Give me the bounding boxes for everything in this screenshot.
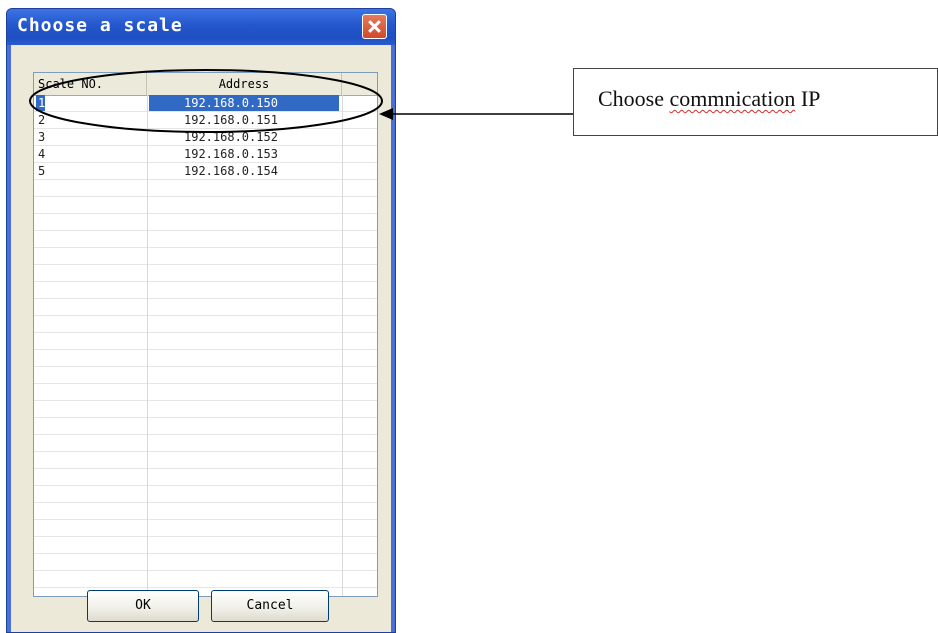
annotation-ellipse bbox=[29, 69, 383, 133]
close-icon[interactable] bbox=[362, 14, 387, 39]
cancel-button[interactable]: Cancel bbox=[211, 590, 329, 622]
scale-number: 4 bbox=[38, 147, 46, 161]
scale-list[interactable]: Scale NO. Address 1 192.168.0.150 2 192.… bbox=[33, 72, 378, 597]
callout-misspelled-word: commnication bbox=[669, 86, 796, 111]
list-row-5[interactable]: 5 192.168.0.154 bbox=[34, 163, 377, 180]
dialog-title: Choose a scale bbox=[17, 15, 183, 36]
list-row-4[interactable]: 4 192.168.0.153 bbox=[34, 146, 377, 163]
annotation-arrow bbox=[379, 108, 573, 120]
callout-prefix: Choose bbox=[598, 86, 670, 111]
callout-box: Choose commnication IP bbox=[573, 68, 938, 136]
scale-number: 5 bbox=[38, 164, 46, 178]
callout-text: Choose commnication IP bbox=[598, 86, 820, 112]
ok-button[interactable]: OK bbox=[87, 590, 199, 622]
callout-suffix: IP bbox=[795, 86, 821, 111]
scale-address: 192.168.0.154 bbox=[184, 164, 278, 178]
title-bar[interactable]: Choose a scale bbox=[7, 9, 395, 45]
scale-address: 192.168.0.153 bbox=[184, 147, 278, 161]
